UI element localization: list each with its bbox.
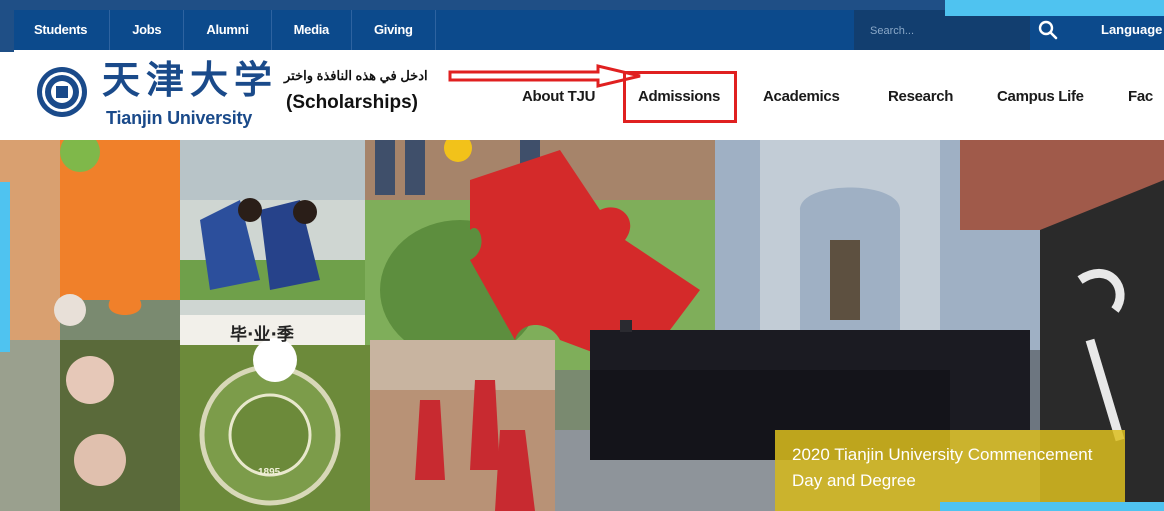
frame-accent-bottom (940, 502, 1164, 511)
logo-english[interactable]: Tianjin University (106, 108, 252, 129)
utility-link-students[interactable]: Students (14, 10, 111, 50)
search-box (854, 10, 1058, 50)
utility-link-jobs[interactable]: Jobs (110, 10, 185, 50)
annotation-arabic: ادخل في هذه النافذة واختر (284, 68, 428, 83)
hero-caption[interactable]: 2020 Tianjin University Commencement Day… (792, 442, 1112, 494)
hero-caption-box[interactable]: 2020 Tianjin University Commencement Day… (775, 430, 1125, 511)
seal-year: 1895 (258, 467, 281, 478)
annotation-scholarships: (Scholarships) (286, 92, 418, 113)
banner-label: 毕·业·季 (230, 325, 294, 345)
utility-bar-inner: Students Jobs Alumni Media Giving Langua… (14, 10, 1164, 50)
utility-links: Students Jobs Alumni Media Giving (14, 10, 436, 50)
hero-collage[interactable]: 毕·业·季 1895 2020 Tianjin University Comme… (0, 140, 1164, 511)
search-icon[interactable] (1038, 20, 1058, 40)
nav-campus-life[interactable]: Campus Life (997, 88, 1084, 105)
nav-research[interactable]: Research (888, 88, 953, 105)
arrow-icon (448, 64, 641, 88)
university-seal-icon[interactable] (36, 66, 88, 118)
nav-admissions[interactable]: Admissions (638, 88, 720, 105)
site-header: 天津大学 Tianjin University ادخل في هذه النا… (14, 50, 1164, 140)
frame-accent-left (0, 182, 10, 352)
nav-academics[interactable]: Academics (763, 88, 840, 105)
language-menu[interactable]: Language (1101, 10, 1162, 50)
search-input[interactable] (868, 19, 992, 43)
utility-link-alumni[interactable]: Alumni (184, 10, 272, 50)
utility-link-media[interactable]: Media (272, 10, 352, 50)
frame-accent-top (945, 0, 1164, 16)
logo-chinese[interactable]: 天津大学 (102, 58, 278, 102)
nav-about[interactable]: About TJU (522, 88, 595, 105)
nav-faculty[interactable]: Fac (1128, 88, 1153, 105)
utility-link-giving[interactable]: Giving (352, 10, 436, 50)
